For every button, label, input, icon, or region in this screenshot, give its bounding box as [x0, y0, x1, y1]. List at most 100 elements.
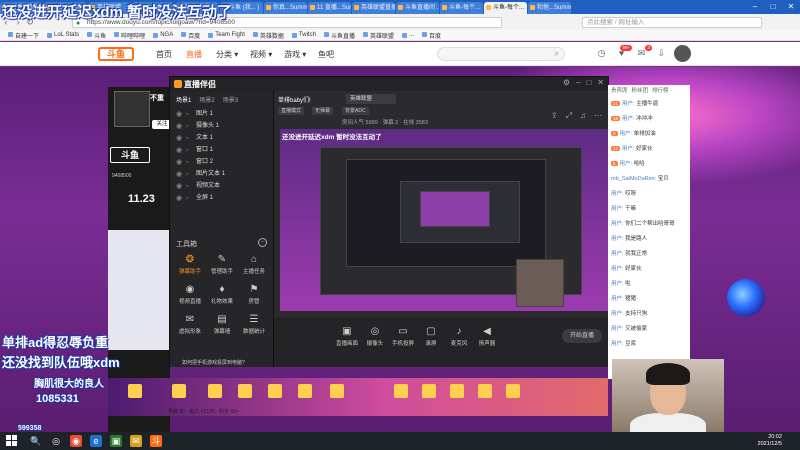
- chat-username[interactable]: 用户:: [611, 191, 625, 197]
- nav-live[interactable]: 直播: [186, 49, 202, 60]
- browser-tab[interactable]: 斗鱼-每个...: [440, 2, 483, 14]
- chat-tab-fans[interactable]: 粉丝团: [632, 86, 649, 96]
- bell-icon[interactable]: ♫: [580, 111, 586, 121]
- source-item[interactable]: ◉ ▫ 图片 1: [174, 109, 269, 120]
- tool-button[interactable]: ☰ 数据统计: [238, 313, 270, 339]
- share-icon[interactable]: ⇪: [551, 111, 558, 121]
- nav-game[interactable]: 游戏 ▾: [284, 49, 306, 60]
- gift-icon[interactable]: [268, 384, 282, 398]
- nav-yuba[interactable]: 鱼吧: [318, 49, 334, 60]
- browser-search-input[interactable]: 点此搜索 / 网址输入: [582, 16, 762, 28]
- bookmark-item[interactable]: Team Fight: [208, 32, 245, 38]
- tool-button[interactable]: ✉ 虚拟形象: [174, 313, 206, 339]
- eye-icon[interactable]: ◉: [176, 169, 182, 180]
- taskbar-app-icon[interactable]: 🔍: [30, 435, 42, 447]
- bookmark-item[interactable]: LoL Stats: [47, 32, 79, 38]
- chat-username[interactable]: 用户:: [620, 131, 634, 137]
- chat-username[interactable]: 用户:: [611, 326, 625, 332]
- taskbar-app-icon[interactable]: e: [90, 435, 102, 447]
- bookmark-item[interactable]: ...: [401, 32, 414, 38]
- browser-tab[interactable]: 和他...Summ: [528, 2, 571, 14]
- control-button[interactable]: ▢ 录屏: [416, 325, 446, 347]
- mode-tag[interactable]: 直播模式: [278, 107, 305, 115]
- source-item[interactable]: ◉ ▫ 摄像头 1: [174, 121, 269, 132]
- nav-home[interactable]: 首页: [156, 49, 172, 60]
- download-icon[interactable]: ⇩: [656, 48, 667, 59]
- source-item[interactable]: ◉ ▫ 视频文本: [174, 181, 269, 192]
- bookmark-item[interactable]: Twitch: [291, 32, 316, 38]
- chat-username[interactable]: 用户:: [622, 116, 636, 122]
- windows-start-icon[interactable]: [6, 435, 18, 447]
- gift-icon[interactable]: [394, 384, 408, 398]
- browser-tab[interactable]: 斗鱼直播间 ...: [396, 2, 439, 14]
- eye-icon[interactable]: ◉: [176, 145, 182, 156]
- gift-icon[interactable]: [422, 384, 436, 398]
- taskbar-app-icon[interactable]: ▣: [110, 435, 122, 447]
- live-preview[interactable]: 还没进开延迟xdm 暂时没法互动了: [280, 129, 610, 311]
- taskbar-app-icon[interactable]: ◎: [50, 435, 62, 447]
- message-icon[interactable]: ✉ 3: [636, 45, 652, 59]
- app-minimize-icon[interactable]: –: [576, 78, 580, 87]
- history-icon[interactable]: ◷: [596, 48, 607, 59]
- bookmark-item[interactable]: 自建一下: [8, 31, 39, 40]
- bookmark-item[interactable]: 百度: [421, 31, 441, 40]
- taskbar-app-icon[interactable]: ◉: [70, 435, 82, 447]
- app-maximize-icon[interactable]: □: [586, 78, 591, 87]
- source-item[interactable]: ◉ ▫ 窗口 2: [174, 157, 269, 168]
- control-button[interactable]: ▣ 直播画面: [332, 325, 362, 347]
- chat-username[interactable]: 用户:: [622, 146, 636, 152]
- bookmark-item[interactable]: 斗鱼直播: [323, 31, 355, 40]
- eye-icon[interactable]: ◉: [176, 133, 182, 144]
- tool-button[interactable]: ♦ 礼物效果: [206, 283, 238, 309]
- stream-title-input[interactable]: 单排baby们!: [278, 95, 340, 105]
- eye-icon[interactable]: ◉: [176, 121, 182, 132]
- control-button[interactable]: ◀ 扬声器: [472, 325, 502, 347]
- maximize-button[interactable]: □: [764, 0, 782, 14]
- scene-tab-2[interactable]: 场景2: [199, 95, 214, 104]
- user-avatar[interactable]: [674, 45, 691, 62]
- chat-username[interactable]: 用户:: [611, 236, 625, 242]
- chat-username[interactable]: 用户:: [611, 221, 625, 227]
- scene-tab-3[interactable]: 场景3: [223, 95, 238, 104]
- bookmark-item[interactable]: NGA: [153, 32, 173, 38]
- chat-username[interactable]: 用户:: [611, 266, 625, 272]
- gift-icon[interactable]: [506, 384, 520, 398]
- nav-category[interactable]: 分类 ▾: [216, 49, 238, 60]
- position-tag[interactable]: 背景ADC: [342, 107, 369, 115]
- bookmark-item[interactable]: 百度: [181, 31, 200, 40]
- tool-button[interactable]: ◉ 视频直播: [174, 283, 206, 309]
- chat-username[interactable]: 用户:: [622, 101, 636, 107]
- source-item[interactable]: ◉ ▫ 文本 1: [174, 133, 269, 144]
- scene-tab-1[interactable]: 场景1: [176, 95, 191, 104]
- chat-username[interactable]: 用户:: [611, 311, 625, 317]
- bookmark-item[interactable]: 斗鱼: [87, 31, 106, 40]
- gift-icon[interactable]: [330, 384, 344, 398]
- douyu-logo[interactable]: 斗鱼: [98, 47, 134, 61]
- chat-tab-vip[interactable]: 贵宾席: [611, 86, 628, 96]
- tool-button[interactable]: ⚑ 房管: [238, 283, 270, 309]
- control-button[interactable]: ▭ 手机投屏: [388, 325, 418, 347]
- fullscreen-icon[interactable]: ⤢: [566, 111, 572, 121]
- chat-username[interactable]: 用户:: [611, 281, 625, 287]
- app-close-icon[interactable]: ✕: [597, 78, 604, 87]
- source-item[interactable]: ◉ ▫ 图片文本 1: [174, 169, 269, 180]
- chat-username[interactable]: mb_SatMoDaRen:: [611, 176, 658, 182]
- nav-video[interactable]: 视频 ▾: [250, 49, 272, 60]
- minimize-button[interactable]: –: [746, 0, 764, 14]
- taskbar-app-icon[interactable]: ✉: [130, 435, 142, 447]
- chat-username[interactable]: 用户:: [611, 296, 625, 302]
- gift-icon[interactable]: [172, 384, 186, 398]
- gift-icon[interactable]: [478, 384, 492, 398]
- source-item[interactable]: ◉ ▫ 全屏 1: [174, 193, 269, 204]
- source-item[interactable]: ◉ ▫ 窗口 1: [174, 145, 269, 156]
- tool-button[interactable]: ❂ 弹幕助手: [174, 253, 206, 279]
- tool-button[interactable]: ⌂ 主播任务: [238, 253, 270, 279]
- collapse-icon[interactable]: –: [258, 238, 267, 247]
- close-button[interactable]: ✕: [782, 0, 800, 14]
- category-select[interactable]: 英雄联盟: [346, 94, 396, 104]
- chat-username[interactable]: 用户:: [620, 161, 634, 167]
- site-search-input[interactable]: ⌕: [437, 47, 565, 61]
- bookmark-item[interactable]: 英雄数据: [252, 31, 284, 40]
- chat-tab-rank[interactable]: 排行榜: [652, 86, 669, 96]
- browser-tab[interactable]: 11 直播...Summ: [308, 2, 351, 14]
